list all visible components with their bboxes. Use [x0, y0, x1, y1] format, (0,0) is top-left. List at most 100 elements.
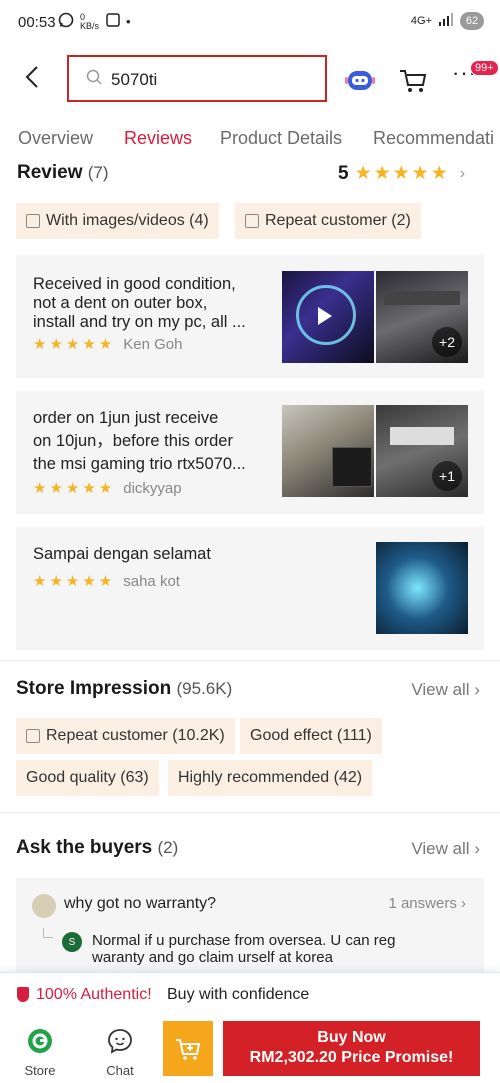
chevron-right-icon: ›: [474, 680, 480, 699]
tab-product-details[interactable]: Product Details: [220, 128, 342, 149]
review-image-thumbnail[interactable]: +1: [376, 405, 468, 497]
network-speed: 0 KB/s: [80, 11, 100, 31]
chevron-right-icon: ›: [461, 895, 466, 912]
filter-with-images[interactable]: With images/videos (4): [16, 203, 219, 239]
status-bar: 00:53 0 KB/s • 4G+ 62: [0, 0, 500, 46]
status-time: 00:53: [18, 14, 56, 31]
chevron-right-icon: ›: [459, 164, 466, 182]
tag-label: Repeat customer (10.2K): [46, 727, 225, 744]
user-avatar-icon: [32, 894, 56, 918]
back-arrow-icon[interactable]: [20, 64, 46, 90]
header-bar: 5070ti ··· 99+: [0, 46, 500, 114]
buy-now-label: Buy Now: [317, 1029, 386, 1046]
bag-icon: [26, 729, 40, 743]
store-label: Store: [24, 1063, 56, 1078]
review-score-value: 5: [338, 162, 349, 184]
store-button[interactable]: Store: [10, 1028, 70, 1078]
more-images-count: +1: [432, 461, 462, 491]
store-tag-highly-recommended[interactable]: Highly recommended (42): [168, 760, 373, 796]
review-author: saha kot: [123, 572, 180, 590]
review-text: Sampai dengan selamat: [33, 545, 211, 563]
chat-label: Chat: [106, 1063, 134, 1078]
review-image-thumbnail[interactable]: [376, 542, 468, 634]
review-author: Ken Goh: [123, 335, 183, 353]
store-impression-view-all[interactable]: View all ›: [411, 680, 480, 700]
ask-buyers-view-all[interactable]: View all ›: [411, 839, 480, 859]
answer-avatar: S: [62, 932, 82, 952]
review-image-thumbnail[interactable]: +2: [376, 271, 468, 363]
authentic-highlight: 100% Authentic!: [36, 986, 152, 1003]
store-tag-good-effect[interactable]: Good effect (111): [240, 718, 382, 754]
authenticity-banner: 100% Authentic! Buy with confidence: [0, 972, 500, 1016]
store-impression-heading: Store Impression (95.6K): [16, 678, 233, 699]
dot-icon: •: [126, 14, 131, 29]
screenshot-icon: [106, 13, 120, 30]
chevron-right-icon: ›: [474, 839, 480, 858]
question-card[interactable]: why got no warranty? 1 answers › S Norma…: [16, 878, 484, 976]
review-stars: ★★★★★: [33, 336, 116, 353]
more-images-count: +2: [432, 327, 462, 357]
buy-now-button[interactable]: Buy Now RM2,302.20 Price Promise!: [223, 1021, 480, 1076]
play-icon: [318, 307, 332, 325]
whatsapp-icon: [58, 12, 74, 31]
notification-badge: 99+: [470, 60, 499, 76]
search-icon: [86, 69, 102, 85]
review-author: dickyyap: [123, 479, 182, 497]
review-card[interactable]: Received in good condition, not a dent o…: [16, 255, 484, 378]
review-text: Received in good condition, not a dent o…: [33, 275, 246, 331]
review-score[interactable]: 5 ★★★★★ ›: [338, 162, 465, 185]
image-icon: [26, 214, 40, 228]
tab-overview[interactable]: Overview: [18, 128, 93, 149]
review-card[interactable]: Sampai dengan selamat ★★★★★ saha kot: [16, 527, 484, 650]
tab-reviews[interactable]: Reviews: [124, 128, 192, 149]
network-type: 4G+: [410, 15, 432, 27]
cart-icon[interactable]: [398, 66, 428, 94]
review-heading: Review (7): [17, 162, 109, 184]
review-card[interactable]: order on 1jun just receive on 10jun，befo…: [16, 391, 484, 514]
review-stars: ★★★★★: [354, 163, 450, 184]
chat-button[interactable]: Chat: [90, 1028, 150, 1078]
review-image-thumbnail[interactable]: [282, 405, 374, 497]
filter-label: With images/videos (4): [46, 212, 209, 229]
question-text: why got no warranty?: [64, 895, 217, 912]
tag-label: Good effect (111): [250, 727, 372, 744]
bottom-action-bar: Store Chat Buy Now RM2,302.20 Price Prom…: [0, 1016, 500, 1083]
section-divider: [0, 812, 500, 813]
store-icon: [28, 1029, 52, 1053]
tab-bar: Overview Reviews Product Details Recomme…: [0, 122, 500, 158]
add-to-cart-icon: [176, 1038, 201, 1060]
authentic-text: Buy with confidence: [167, 986, 310, 1003]
search-value: 5070ti: [111, 70, 158, 89]
add-to-cart-button[interactable]: [163, 1021, 213, 1076]
store-tag-good-quality[interactable]: Good quality (63): [16, 760, 159, 796]
battery-icon: 62: [460, 12, 484, 30]
review-video-thumbnail[interactable]: [282, 271, 374, 363]
status-icons: 0 KB/s •: [58, 12, 131, 31]
buy-now-price: RM2,302.20 Price Promise!: [249, 1049, 454, 1066]
reply-connector: [43, 928, 53, 938]
review-stars: ★★★★★: [33, 480, 116, 497]
review-title: Review: [17, 162, 83, 183]
tab-recommendations[interactable]: Recommendati: [373, 128, 494, 149]
review-stars: ★★★★★: [33, 573, 116, 590]
filter-label: Repeat customer (2): [265, 212, 411, 229]
bag-icon: [245, 214, 259, 228]
answer-text: Normal if u purchase from oversea. U can…: [92, 932, 396, 966]
filter-repeat-customer[interactable]: Repeat customer (2): [235, 203, 421, 239]
store-tag-repeat-customer[interactable]: Repeat customer (10.2K): [16, 718, 235, 754]
review-count: (7): [87, 163, 109, 182]
review-text: order on 1jun just receive on 10jun，befo…: [33, 409, 246, 473]
chat-icon: [108, 1029, 132, 1054]
tag-label: Highly recommended (42): [178, 769, 363, 786]
section-divider: [0, 660, 500, 661]
review-meta: ★★★★★ Ken Goh: [33, 335, 183, 354]
review-meta: ★★★★★ dickyyap: [33, 479, 182, 498]
review-meta: ★★★★★ saha kot: [33, 572, 180, 591]
tag-label: Good quality (63): [26, 769, 149, 786]
signal-icon: [438, 12, 454, 30]
ask-buyers-heading: Ask the buyers (2): [16, 837, 179, 858]
search-input[interactable]: 5070ti: [67, 55, 327, 102]
shield-icon: [17, 987, 29, 1002]
answer-count[interactable]: 1 answers ›: [388, 895, 466, 912]
ai-assistant-icon[interactable]: [345, 66, 375, 94]
